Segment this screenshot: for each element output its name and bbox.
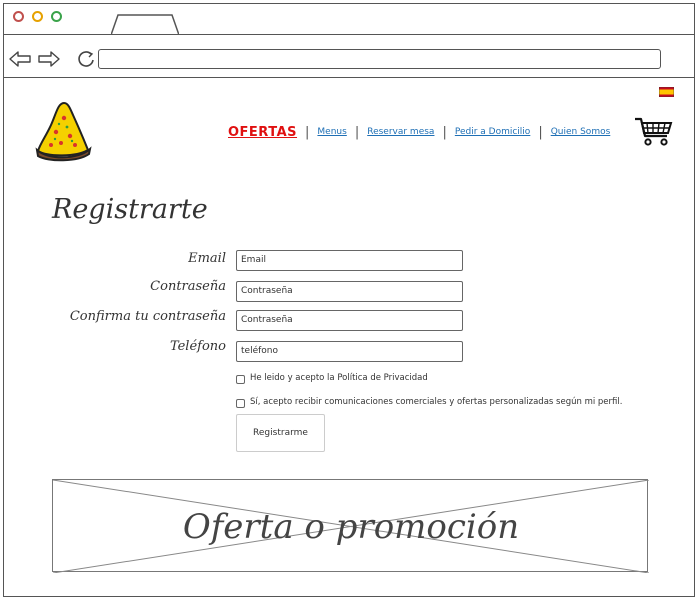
confirm-password-label: Confirma tu contraseña <box>69 309 226 324</box>
back-arrow-icon[interactable] <box>9 50 31 68</box>
close-button[interactable] <box>13 11 24 22</box>
url-bar[interactable] <box>98 49 661 69</box>
title-bar <box>3 3 695 35</box>
confirm-password-field[interactable]: Contraseña <box>236 310 463 331</box>
nav-link-quien-somos[interactable]: Quien Somos <box>551 127 611 137</box>
page-title: Registrarte <box>52 194 208 225</box>
main-nav: OFERTAS | Menus | Reservar mesa | Pedir … <box>228 121 610 143</box>
promo-banner-placeholder[interactable]: Oferta o promoción <box>52 479 649 573</box>
register-button[interactable]: Registrarme <box>236 414 325 452</box>
nav-link-pedir[interactable]: Pedir a Domicilio <box>455 127 530 137</box>
pizza-logo-icon[interactable] <box>34 100 92 162</box>
spanish-flag-icon[interactable] <box>659 87 674 97</box>
reload-icon[interactable] <box>76 49 96 69</box>
browser-tab[interactable] <box>111 14 179 35</box>
minimize-button[interactable] <box>32 11 43 22</box>
password-field[interactable]: Contraseña <box>236 281 463 302</box>
nav-link-ofertas[interactable]: OFERTAS <box>228 125 297 140</box>
nav-separator: | <box>354 124 360 140</box>
nav-link-reservar[interactable]: Reservar mesa <box>367 127 434 137</box>
maximize-button[interactable] <box>51 11 62 22</box>
privacy-checkbox-label: He leido y acepto la Política de Privaci… <box>250 373 428 383</box>
promo-text: Oferta o promoción <box>182 506 520 547</box>
password-label: Contraseña <box>150 279 226 294</box>
forward-arrow-icon[interactable] <box>38 50 60 68</box>
marketing-checkbox[interactable] <box>236 399 245 408</box>
email-label: Email <box>188 251 226 266</box>
phone-label: Teléfono <box>169 339 226 354</box>
nav-separator: | <box>305 124 310 140</box>
marketing-checkbox-label: Sí, acepto recibir comunicaciones comerc… <box>250 397 623 407</box>
shopping-cart-icon[interactable] <box>634 116 674 148</box>
privacy-checkbox[interactable] <box>236 375 245 384</box>
nav-link-menus[interactable]: Menus <box>317 127 346 137</box>
email-field[interactable]: Email <box>236 250 463 271</box>
phone-field[interactable]: teléfono <box>236 341 463 362</box>
nav-separator: | <box>442 124 447 140</box>
nav-separator: | <box>538 124 543 140</box>
